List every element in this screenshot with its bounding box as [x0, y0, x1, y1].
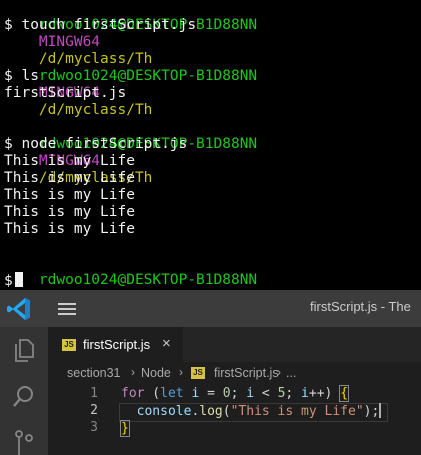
prompt-line: rdwoo1024@DESKTOP-B1D88NN MINGW64 /d/myc… [4, 51, 257, 118]
command-output: This is my Life [4, 187, 135, 203]
code-token: "This is my Life" [230, 404, 364, 419]
line-number: 3 [90, 420, 98, 435]
open-brace: { [339, 385, 349, 402]
command-output: This is my Life [4, 221, 135, 237]
vscode-window: firstScript.js - The JS firstScript.js ×… [0, 290, 421, 455]
code-token: ; [285, 386, 302, 401]
code-token: let [160, 386, 184, 401]
editor-tab-bar: JS firstScript.js × [48, 327, 421, 362]
title-bar: firstScript.js - The [0, 290, 421, 327]
chevron-right-icon: › [131, 365, 135, 379]
code-token: console [136, 404, 192, 419]
code-token: ; [230, 386, 247, 401]
activity-bar [0, 327, 48, 455]
code-token: 0 [222, 386, 231, 401]
code-token: ); [363, 404, 380, 419]
code-token: for [121, 386, 145, 401]
code-token: log [199, 404, 223, 419]
code-token: ++) [308, 386, 341, 401]
command-output: This is my Life [4, 204, 135, 220]
code-token: < [254, 386, 278, 401]
breadcrumb-item-more[interactable]: ... [286, 366, 296, 380]
prompt-user: rdwoo1024@DESKTOP-B1D88NN [38, 272, 258, 288]
explorer-icon[interactable] [11, 337, 37, 363]
command-line: $ ls [4, 68, 39, 84]
close-brace: } [120, 420, 130, 437]
command-output: This is my Life [4, 170, 135, 186]
prompt-env: MINGW64 [38, 34, 101, 50]
js-file-icon: JS [62, 339, 76, 351]
prompt-line: rdwoo1024@DESKTOP-B1D88NN MINGW64 /d/myc… [4, 119, 257, 186]
code-editor[interactable]: 1 2 3 for (let i = 0; i < 5; i++) { cons… [48, 384, 421, 455]
code-token: i [183, 386, 200, 401]
code-token: = [199, 386, 223, 401]
code-token: ( [222, 404, 231, 419]
command-line: $ touch firstScript.js [4, 17, 197, 33]
js-file-icon: JS [191, 367, 205, 379]
search-icon[interactable] [11, 384, 37, 410]
tab-label: firstScript.js [83, 337, 151, 352]
source-control-icon[interactable] [11, 429, 37, 455]
prompt-path: /d/myclass/Th [38, 102, 153, 118]
prompt-user: rdwoo1024@DESKTOP-B1D88NN [38, 68, 258, 84]
tab-firstscript[interactable]: JS firstScript.js × [48, 327, 183, 362]
line-number: 2 [90, 403, 98, 418]
line-number: 1 [90, 386, 98, 401]
close-icon[interactable]: × [162, 336, 171, 352]
vscode-logo-icon [7, 298, 30, 320]
active-prompt[interactable]: $ [4, 272, 23, 289]
breadcrumb-item-file[interactable]: firstScript.js [214, 366, 279, 380]
command-output: This is my Life [4, 153, 135, 169]
chevron-right-icon: › [277, 365, 281, 379]
breadcrumb: section31 › Node › JS firstScript.js › .… [48, 362, 421, 384]
terminal-window[interactable]: rdwoo1024@DESKTOP-B1D88NN MINGW64 /d/myc… [0, 0, 421, 290]
command-line: $ node firstScript.js [4, 136, 188, 152]
code-line-1: for (let i = 0; i < 5; i++) { [121, 385, 349, 402]
prompt-line: rdwoo1024@DESKTOP-B1D88NN MINGW64 /d/myc… [4, 255, 257, 290]
code-token: i [246, 386, 255, 401]
breadcrumb-item-section31[interactable]: section31 [67, 366, 121, 380]
prompt-line: rdwoo1024@DESKTOP-B1D88NN MINGW64 /d/myc… [4, 0, 257, 67]
code-line-2: console.log("This is my Life"); [121, 403, 382, 420]
window-title: firstScript.js - The [310, 299, 411, 314]
code-token: i [301, 386, 309, 401]
command-line: $ [4, 273, 13, 289]
command-output: firstScript.js [4, 85, 127, 101]
code-token: ( [144, 386, 161, 401]
code-line-3: } [120, 420, 130, 437]
text-caret [379, 403, 382, 418]
hamburger-menu-icon[interactable] [58, 303, 76, 315]
breadcrumb-item-node[interactable]: Node [141, 366, 171, 380]
terminal-cursor [14, 272, 23, 287]
chevron-right-icon: › [179, 365, 183, 379]
